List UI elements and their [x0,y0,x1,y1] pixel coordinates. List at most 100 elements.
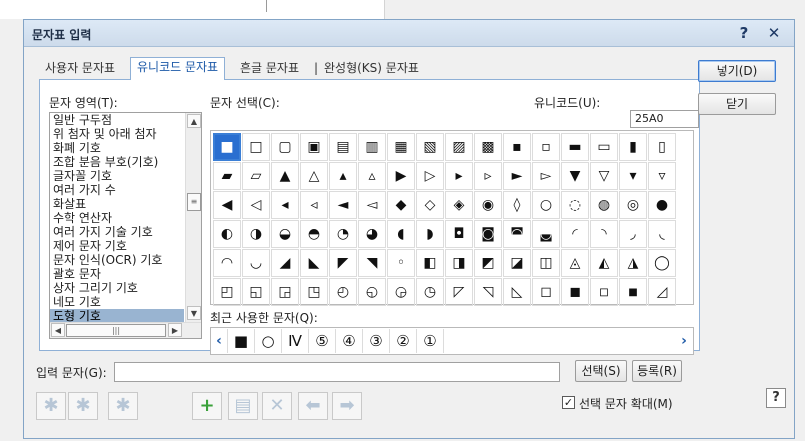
char-cell[interactable]: ◞ [619,220,647,248]
scroll-thumb[interactable]: ≡ [187,193,201,211]
char-cell[interactable]: ◗ [416,220,444,248]
char-cell[interactable]: ▪ [503,133,531,161]
char-area-item[interactable]: 여러 가지 수 [50,183,184,197]
char-cell[interactable]: ◍ [590,191,618,219]
char-cell[interactable]: ◹ [474,278,502,306]
char-cell[interactable]: ▦ [387,133,415,161]
char-cell[interactable]: □ [242,133,270,161]
char-cell[interactable]: ◯ [648,249,676,277]
char-area-item[interactable]: 도형 기호 [50,309,184,323]
char-area-item[interactable]: 조합 분음 부호(기호) [50,155,184,169]
hscroll-thumb[interactable]: ||| [66,324,166,337]
char-cell[interactable]: ▢ [271,133,299,161]
recent-char-cell[interactable]: ○ [254,329,282,353]
recent-right-icon[interactable]: › [677,332,691,350]
char-cell[interactable]: ◁ [242,191,270,219]
char-cell[interactable]: ◢ [271,249,299,277]
char-cell[interactable]: ▸ [445,162,473,190]
char-cell[interactable]: ■ [213,133,241,161]
char-cell[interactable]: ◩ [474,249,502,277]
char-cell[interactable]: ◭ [590,249,618,277]
char-cell[interactable]: △ [300,162,328,190]
char-area-listbox[interactable]: 일반 구두점 위 첨자 및 아래 첨자 화폐 기호 조합 분음 부호(기호) 글자꼴 기… [49,112,202,339]
char-cell[interactable]: ◦ [387,249,415,277]
vertical-scrollbar[interactable]: ▲ ≡ ▼ [185,113,201,322]
char-cell[interactable]: ◆ [387,191,415,219]
char-cell[interactable]: ◡ [242,249,270,277]
char-cell[interactable]: ▽ [590,162,618,190]
char-cell[interactable]: ◺ [503,278,531,306]
recent-char-cell[interactable]: ① [416,329,444,353]
unicode-input[interactable]: 25A0 [630,110,699,128]
input-char-field[interactable] [114,362,560,382]
char-area-item[interactable]: 화살표 [50,197,184,211]
char-cell[interactable]: ◲ [271,278,299,306]
tab-ks-charmap[interactable]: 완성형(KS) 문자표 [318,59,425,80]
arrow-right-icon[interactable]: ➡ [332,392,362,420]
insert-row-icon[interactable]: ▤ [228,392,258,420]
insert-button[interactable]: 넣기(D) [698,60,776,82]
char-cell[interactable]: ▷ [416,162,444,190]
char-cell[interactable]: ▬ [561,133,589,161]
char-cell[interactable]: ◵ [358,278,386,306]
char-cell[interactable]: ◓ [300,220,328,248]
enlarge-checkbox[interactable]: ✓ [562,396,575,409]
close-button[interactable]: 닫기 [698,93,776,115]
select-button[interactable]: 선택(S) [575,360,627,382]
char-cell[interactable]: ◚ [503,220,531,248]
char-cell[interactable]: ▾ [619,162,647,190]
tab-hangul-charmap[interactable]: 흔글 문자표 [234,59,305,80]
char-area-item[interactable]: 화폐 기호 [50,141,184,155]
char-cell[interactable]: ▱ [242,162,270,190]
char-cell[interactable]: ◇ [416,191,444,219]
char-cell[interactable]: ○ [532,191,560,219]
char-cell[interactable]: ◉ [474,191,502,219]
delete-icon[interactable]: ✕ [262,392,292,420]
char-area-item[interactable]: 일반 구두점 [50,113,184,127]
scroll-left-icon[interactable]: ◀ [51,323,65,337]
recent-left-icon[interactable]: ‹ [212,332,226,350]
char-cell[interactable]: ◧ [416,249,444,277]
char-cell[interactable]: ◒ [271,220,299,248]
scroll-up-icon[interactable]: ▲ [187,114,201,128]
register-button[interactable]: 등록(R) [632,360,682,382]
char-cell[interactable]: ▰ [213,162,241,190]
char-cell[interactable]: ◣ [300,249,328,277]
horizontal-scrollbar[interactable]: ◀ ||| ▶ [50,322,201,338]
char-cell[interactable]: ▭ [590,133,618,161]
char-cell[interactable]: ◀ [213,191,241,219]
char-cell[interactable]: ◾ [619,278,647,306]
char-cell[interactable]: ◝ [590,220,618,248]
char-cell[interactable]: ◑ [242,220,270,248]
char-area-item[interactable]: 글자꼴 기호 [50,169,184,183]
char-cell[interactable]: ▣ [300,133,328,161]
char-cell[interactable]: ▫ [532,133,560,161]
char-cell[interactable]: ◽ [590,278,618,306]
char-cell[interactable]: ◼ [561,278,589,306]
char-cell[interactable]: ▻ [532,162,560,190]
char-cell[interactable]: ◜ [561,220,589,248]
char-cell[interactable]: ◈ [445,191,473,219]
char-cell[interactable]: ▥ [358,133,386,161]
char-cell[interactable]: ▧ [416,133,444,161]
char-area-item[interactable]: 제어 문자 기호 [50,239,184,253]
recent-char-cell[interactable]: ③ [362,329,390,353]
char-cell[interactable]: ▨ [445,133,473,161]
char-cell[interactable]: ◫ [532,249,560,277]
char-cell[interactable]: ▲ [271,162,299,190]
recent-char-cell[interactable]: ■ [227,329,255,353]
char-cell[interactable]: ◥ [358,249,386,277]
char-cell[interactable]: ◱ [242,278,270,306]
char-cell[interactable]: ◿ [648,278,676,306]
char-area-item[interactable]: 상자 그리기 기호 [50,281,184,295]
char-cell[interactable]: ▿ [648,162,676,190]
char-area-item[interactable]: 괄호 문자 [50,267,184,281]
scroll-down-icon[interactable]: ▼ [187,306,201,320]
char-cell[interactable]: ◛ [532,220,560,248]
char-area-item[interactable]: 여러 가지 기술 기호 [50,225,184,239]
char-cell[interactable]: ◅ [358,191,386,219]
edit-multiple-icon[interactable]: ✱ [68,392,98,420]
char-cell[interactable]: ◖ [387,220,415,248]
char-cell[interactable]: ◤ [329,249,357,277]
arrow-left-icon[interactable]: ⬅ [298,392,328,420]
